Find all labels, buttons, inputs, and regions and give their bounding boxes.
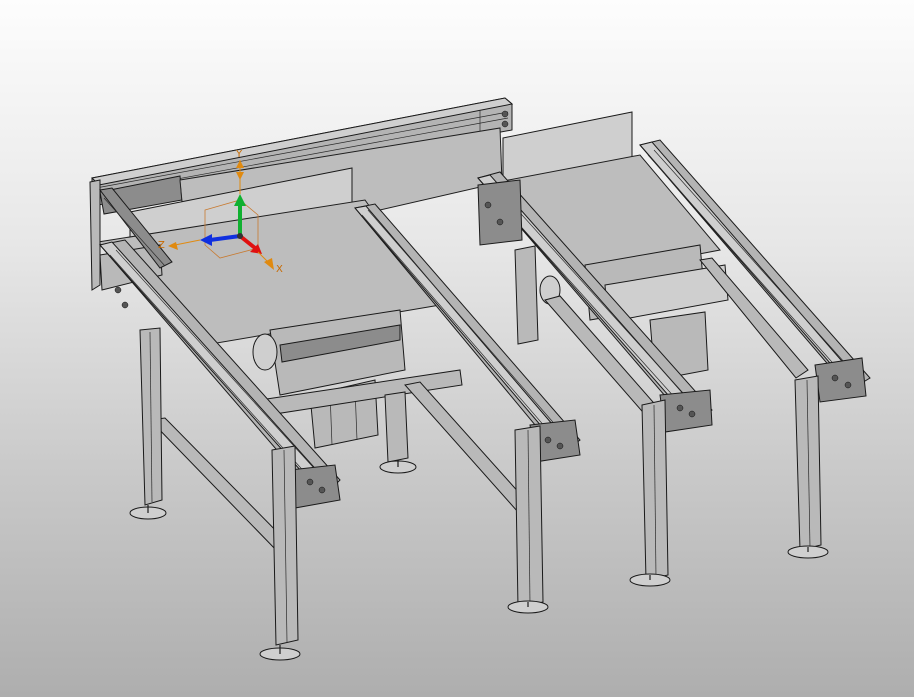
- 3d-viewport[interactable]: Y Z X: [0, 0, 914, 697]
- triad-label-x: X: [276, 264, 283, 275]
- triad-label-y: Y: [235, 149, 243, 160]
- triad-origin-icon[interactable]: [237, 233, 243, 239]
- conveyor-assembly-model[interactable]: Y Z X: [0, 0, 914, 697]
- triad-label-z: Z: [158, 240, 165, 251]
